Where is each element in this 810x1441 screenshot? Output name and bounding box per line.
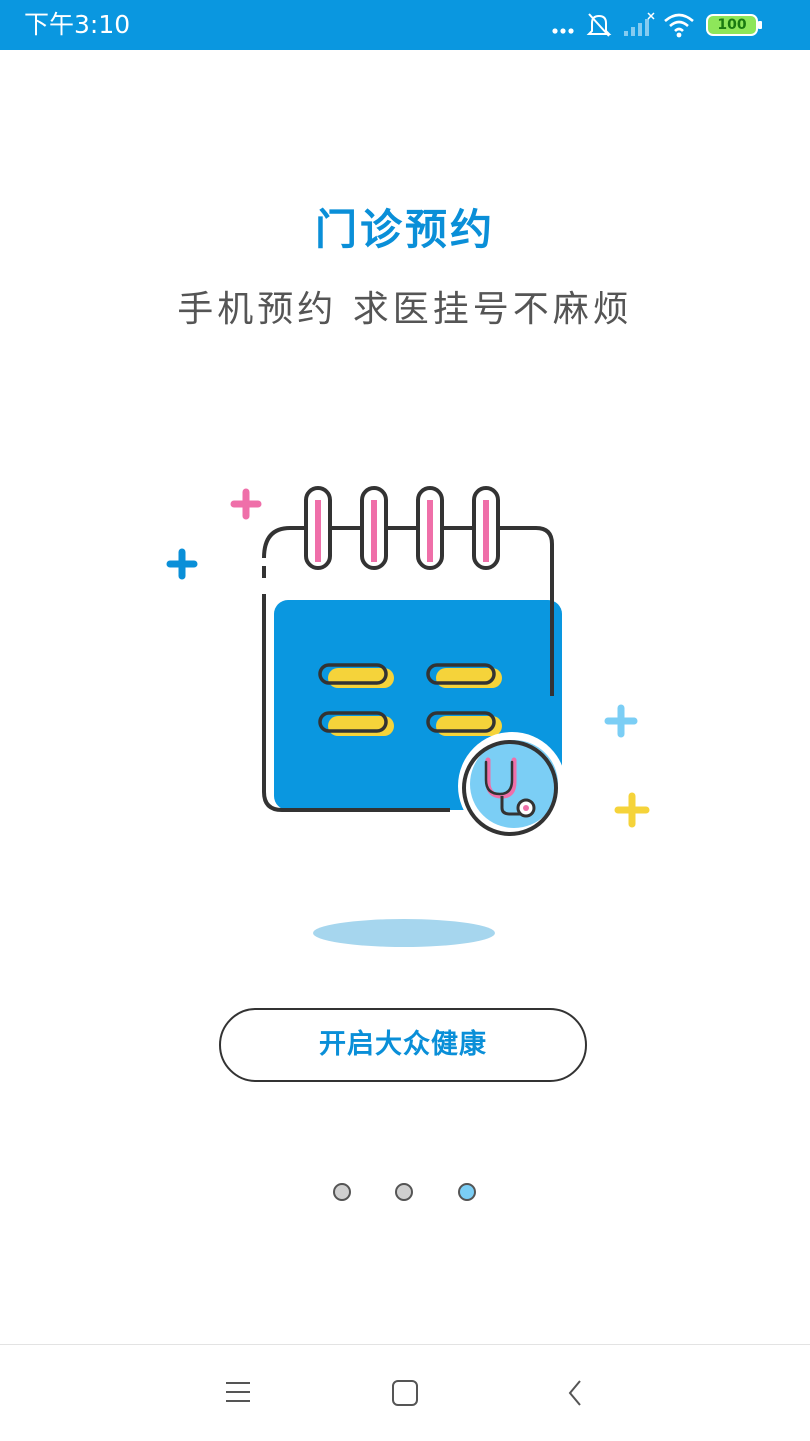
mute-bell-icon xyxy=(586,13,612,37)
plus-icon xyxy=(614,792,650,828)
nav-bar xyxy=(0,1344,810,1441)
battery-level: 100 xyxy=(717,17,747,33)
battery-icon: 100 xyxy=(706,14,764,36)
more-dots-icon xyxy=(552,28,574,34)
stethoscope-icon xyxy=(458,732,566,840)
page-indicator xyxy=(331,1183,481,1207)
calendar-illustration xyxy=(150,470,670,890)
page-title: 门诊预约 xyxy=(314,205,495,254)
plus-icon xyxy=(166,548,198,580)
home-icon[interactable] xyxy=(385,1375,425,1411)
plus-icon xyxy=(604,704,638,738)
wifi-icon xyxy=(664,13,694,38)
status-time: 下午3:10 xyxy=(24,10,131,39)
illustration-shadow xyxy=(313,919,495,947)
start-health-button[interactable]: 开启大众健康 xyxy=(219,1008,587,1082)
plus-icon xyxy=(230,488,262,520)
status-bar: 下午3:10 100 xyxy=(0,0,810,50)
status-icons: 100 xyxy=(550,9,790,41)
back-icon[interactable] xyxy=(556,1375,596,1411)
page-dot-active[interactable] xyxy=(458,1183,476,1201)
page-dot[interactable] xyxy=(395,1183,413,1201)
page-dot[interactable] xyxy=(333,1183,351,1201)
menu-icon[interactable] xyxy=(218,1375,258,1411)
page-subtitle: 手机预约 求医挂号不麻烦 xyxy=(177,289,633,330)
signal-icon xyxy=(624,12,655,36)
